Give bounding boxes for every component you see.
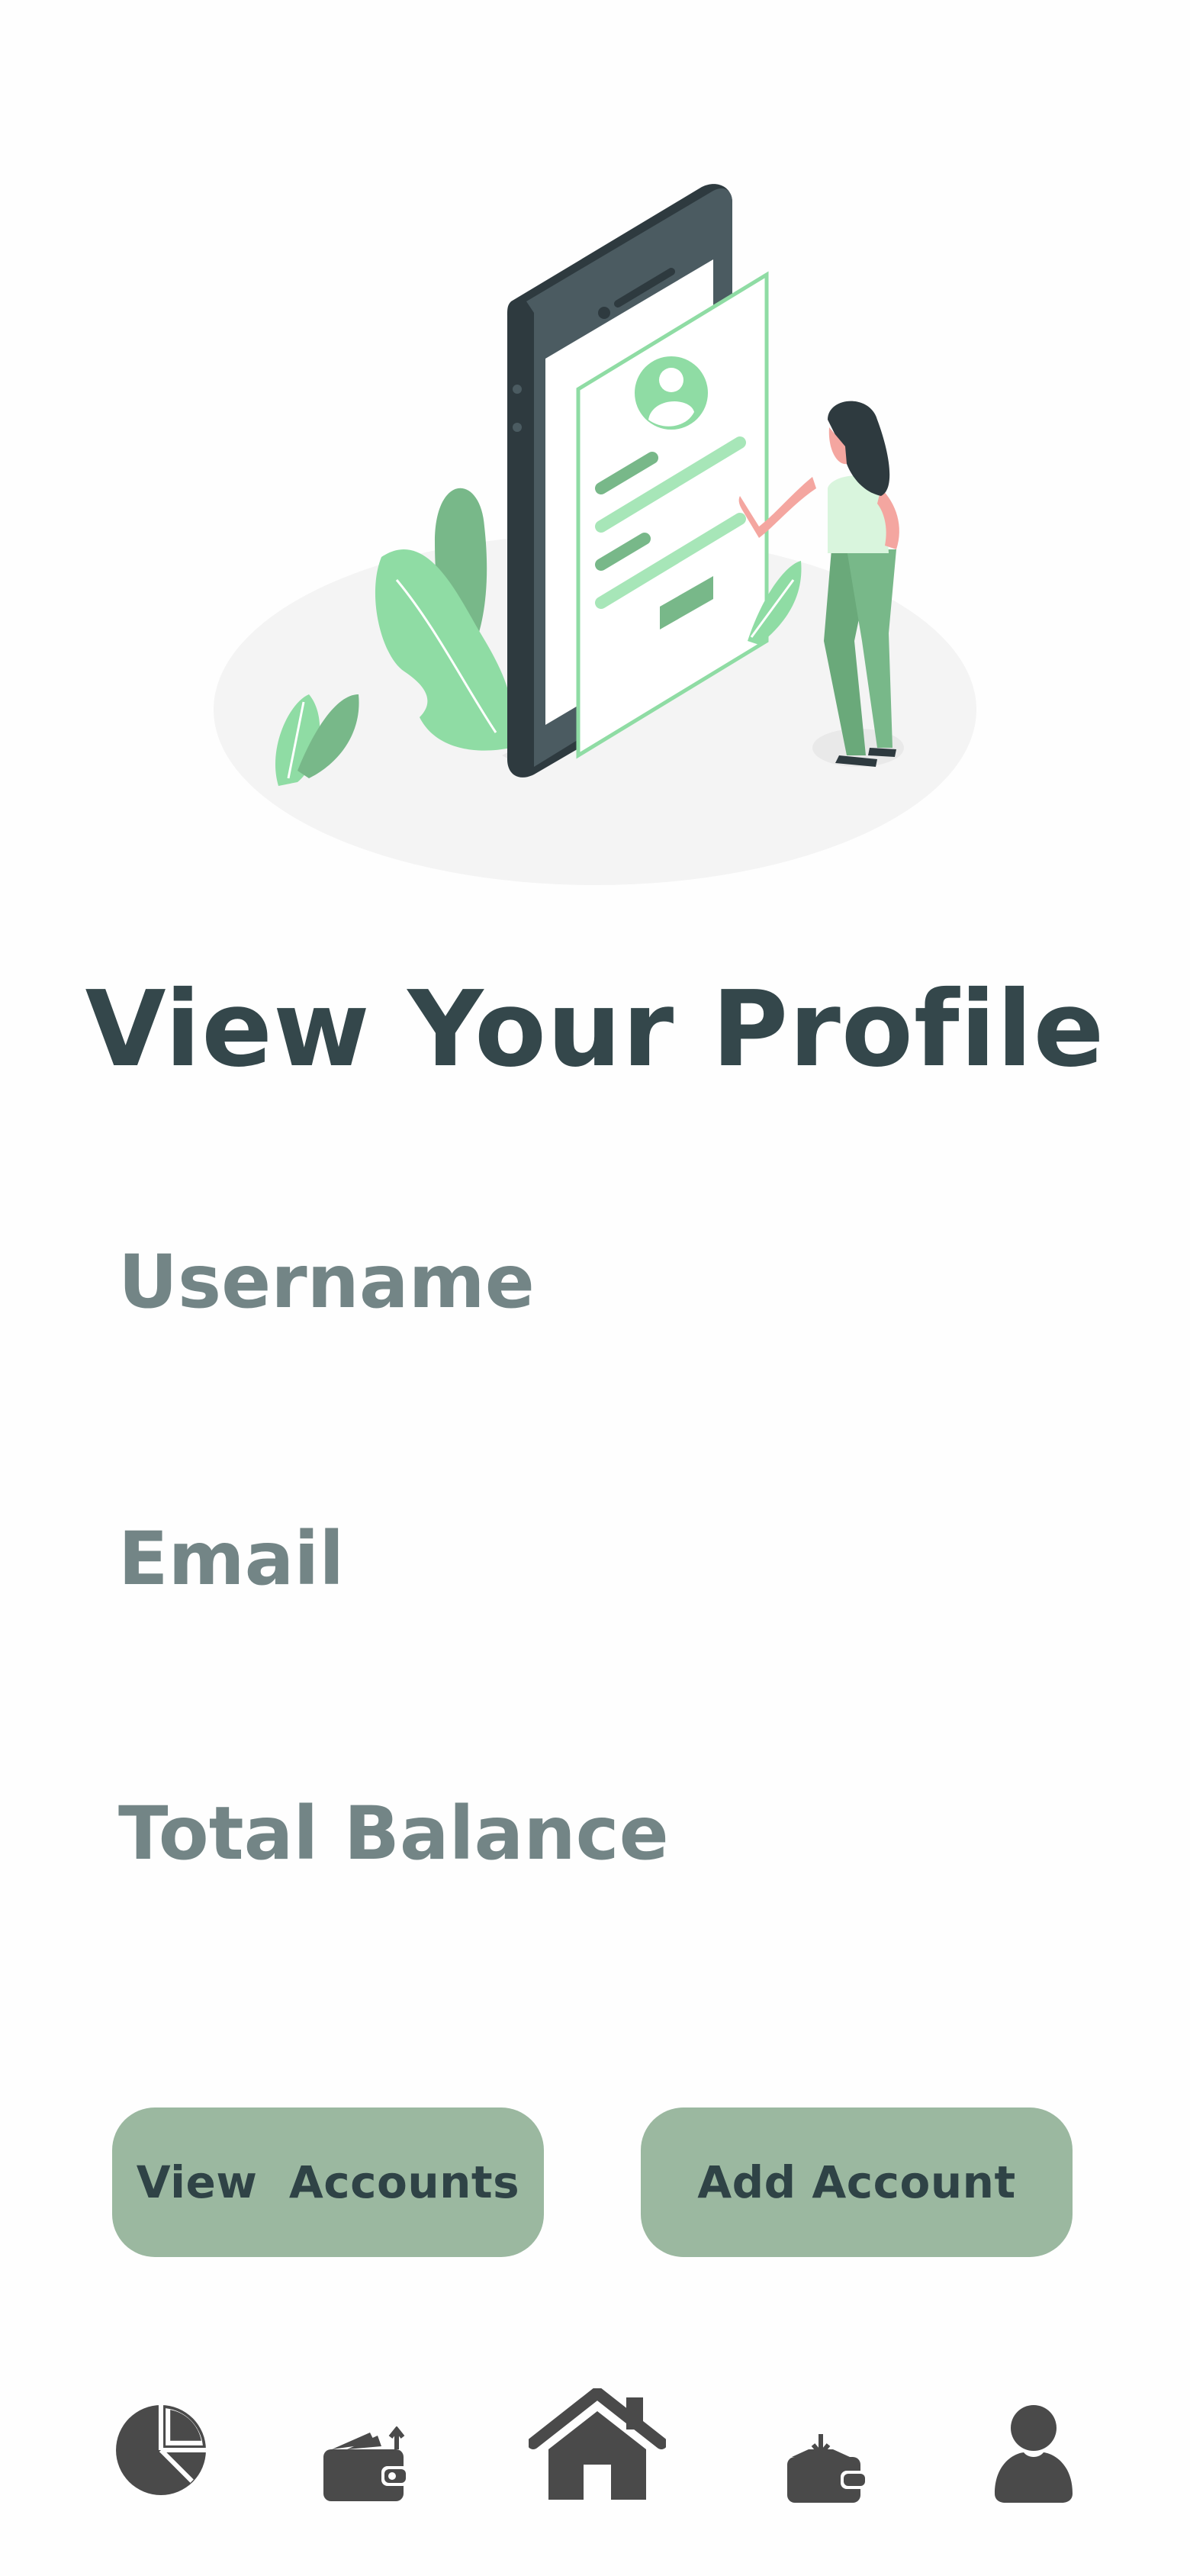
- profile-illustration: [206, 168, 984, 900]
- page-title: View Your Profile: [85, 969, 1105, 1090]
- view-accounts-button[interactable]: View Accounts: [112, 2107, 544, 2257]
- username-label: Username: [118, 1239, 535, 1325]
- email-label: Email: [118, 1516, 345, 1602]
- pie-chart-icon: [116, 2405, 206, 2495]
- bottom-nav: [0, 2381, 1190, 2533]
- user-icon: [995, 2405, 1073, 2503]
- nav-item-statistics[interactable]: [114, 2404, 207, 2497]
- add-account-button[interactable]: Add Account: [641, 2107, 1073, 2257]
- wallet-send-icon: [323, 2426, 409, 2501]
- view-accounts-button-label: View Accounts: [136, 2156, 520, 2208]
- nav-item-receive[interactable]: [786, 2434, 870, 2504]
- nav-item-home[interactable]: [529, 2388, 666, 2503]
- total-balance-label: Total Balance: [118, 1791, 669, 1876]
- home-icon: [529, 2388, 666, 2500]
- wallet-receive-icon: [787, 2434, 868, 2503]
- nav-item-profile[interactable]: [992, 2404, 1076, 2503]
- add-account-button-label: Add Account: [697, 2156, 1016, 2208]
- nav-item-send[interactable]: [320, 2426, 413, 2503]
